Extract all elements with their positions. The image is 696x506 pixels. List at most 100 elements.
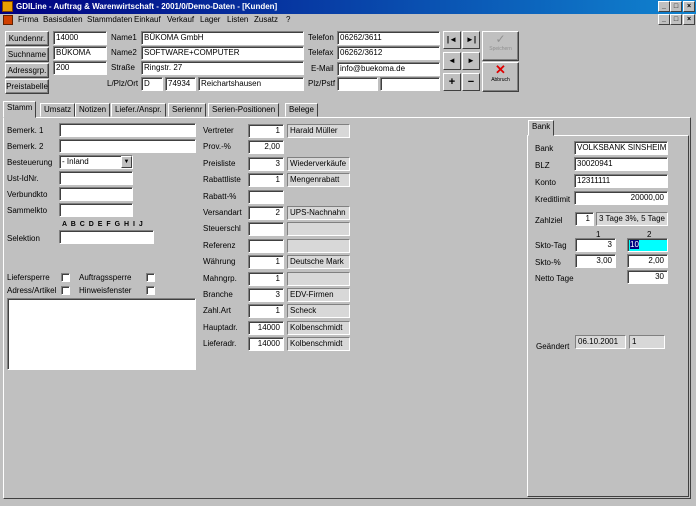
previous-record-icon[interactable]: ◄	[443, 52, 461, 70]
mid-row-label: Rabatt-%	[203, 192, 237, 201]
tab-stamm[interactable]: Stamm	[3, 101, 37, 118]
blz-field[interactable]: 30020941	[574, 157, 668, 171]
kundennr-button[interactable]: Kundennr.	[5, 31, 49, 46]
notes-textarea[interactable]	[7, 298, 196, 370]
sammelkto-field[interactable]	[59, 203, 133, 217]
close-icon[interactable]: ×	[683, 1, 695, 12]
plz-field[interactable]: 74934	[165, 77, 196, 91]
mid-row-value[interactable]: 3	[248, 288, 284, 302]
selektion-field[interactable]	[59, 230, 154, 244]
zahlziel-field[interactable]: 1	[575, 212, 594, 226]
menu-verkauf[interactable]: Verkauf	[167, 15, 194, 24]
mid-row-value[interactable]: 1	[248, 272, 284, 286]
adressgrp-field[interactable]: 200	[53, 61, 107, 75]
menu-help[interactable]: ?	[286, 15, 290, 24]
bank-field[interactable]: VOLKSBANK SINSHEIM	[574, 141, 668, 155]
mid-row-value[interactable]: 1	[248, 304, 284, 318]
abbruch-button[interactable]: ✕ Abbruch	[482, 62, 519, 92]
mid-row-desc: Kolbenschmidt	[287, 337, 350, 351]
dropdown-arrow-icon[interactable]: ▼	[121, 156, 132, 168]
bemerk2-field[interactable]	[59, 139, 196, 153]
verbundkto-field[interactable]	[59, 187, 133, 201]
tab-liefer-anspr[interactable]: Liefer./Anspr.	[111, 103, 166, 117]
tab-belege[interactable]: Belege	[285, 103, 318, 117]
child-restore-icon[interactable]: □	[670, 14, 682, 25]
mid-row-value[interactable]: 14000	[248, 337, 284, 351]
mid-row-value[interactable]	[248, 239, 284, 253]
mid-row-value[interactable]	[248, 190, 284, 204]
plz2-field[interactable]	[337, 77, 378, 91]
tab-notizen[interactable]: Notizen	[75, 103, 111, 117]
ustidnr-field[interactable]	[59, 171, 133, 185]
kundennr-field[interactable]: 14000	[53, 31, 107, 45]
menu-zusatz[interactable]: Zusatz	[254, 15, 278, 24]
hinweisfenster-checkbox[interactable]	[146, 286, 155, 295]
maximize-icon[interactable]: □	[670, 1, 682, 12]
delete-record-icon[interactable]: −	[462, 73, 480, 91]
mid-row-desc: Mengenrabatt	[287, 173, 350, 187]
suchname-field[interactable]: BÜKOMA	[53, 46, 107, 60]
skto-tag1-field[interactable]: 3	[575, 238, 616, 252]
mid-row-value[interactable]: 1	[248, 124, 284, 138]
name1-field[interactable]: BÜKOMA GmbH	[141, 31, 304, 45]
speichern-button[interactable]: ✓ Speichern	[482, 31, 519, 61]
bemerk1-field[interactable]	[59, 123, 196, 137]
menu-firma[interactable]: Firma	[18, 15, 38, 24]
last-record-icon[interactable]: ►|	[462, 31, 480, 49]
postfach-field[interactable]	[380, 77, 440, 91]
skto-pct2-field[interactable]: 2,00	[627, 254, 668, 268]
besteuerung-value: - Inland	[62, 157, 89, 166]
next-record-icon[interactable]: ►	[462, 52, 480, 70]
land-field[interactable]: D	[141, 77, 163, 91]
child-close-icon[interactable]: ×	[683, 14, 695, 25]
verbundkto-label: Verbundkto	[7, 190, 48, 199]
menu-basisdaten[interactable]: Basisdaten	[43, 15, 83, 24]
telefax-field[interactable]: 06262/3612	[337, 46, 440, 60]
menu-stammdaten[interactable]: Stammdaten	[87, 15, 132, 24]
bemerk1-label: Bemerk. 1	[7, 126, 44, 135]
mid-row-value[interactable]: 2	[248, 206, 284, 220]
skto-tag-label: Skto-Tag	[535, 241, 567, 250]
name2-field[interactable]: SOFTWARE+COMPUTER	[141, 46, 304, 60]
adressartikel-checkbox[interactable]	[61, 286, 70, 295]
mid-row-value[interactable]: 1	[248, 255, 284, 269]
kreditlimit-field[interactable]: 20000,00	[574, 191, 668, 205]
mid-row-label: Referenz	[203, 241, 236, 250]
tab-umsatz[interactable]: Umsatz	[40, 103, 76, 117]
mid-row-desc: EDV-Firmen	[287, 288, 350, 302]
suchname-button[interactable]: Suchname	[5, 47, 49, 62]
mid-row-value[interactable]: 2,00	[248, 140, 284, 154]
auftragssperre-checkbox[interactable]	[146, 273, 155, 282]
email-field[interactable]: info@buekoma.de	[337, 62, 440, 76]
ort-field[interactable]: Reichartshausen	[198, 77, 304, 91]
mid-row-value[interactable]: 1	[248, 173, 284, 187]
add-record-icon[interactable]: +	[443, 73, 461, 91]
mid-row-value[interactable]: 14000	[248, 321, 284, 335]
skto-tag2-field[interactable]: 10	[627, 238, 668, 252]
liefersperre-checkbox[interactable]	[61, 273, 70, 282]
minimize-icon[interactable]: _	[658, 1, 670, 12]
menu-einkauf[interactable]: Einkauf	[134, 15, 161, 24]
strasse-field[interactable]: Ringstr. 27	[141, 61, 304, 75]
netto-tage-field[interactable]: 30	[627, 270, 668, 284]
first-record-icon[interactable]: |◄	[443, 31, 461, 49]
telefon-field[interactable]: 06262/3611	[337, 31, 440, 45]
mid-row-value[interactable]: 3	[248, 157, 284, 171]
konto-field[interactable]: 12311111	[574, 174, 668, 188]
document-icon[interactable]	[3, 15, 13, 25]
menu-lager[interactable]: Lager	[200, 15, 220, 24]
adressgrp-button[interactable]: Adressgrp.	[5, 63, 49, 78]
tab-seriennr[interactable]: Seriennr	[168, 103, 207, 117]
mid-row-desc: Harald Müller	[287, 124, 350, 138]
mid-row-value[interactable]	[248, 222, 284, 236]
preistabelle-button[interactable]: Preistabelle	[5, 79, 49, 94]
besteuerung-select[interactable]: - Inland ▼	[59, 155, 133, 169]
skto-pct1-field[interactable]: 3,00	[575, 254, 616, 268]
tab-serien-positionen[interactable]: Serien-Positionen	[208, 103, 280, 117]
email-label: E-Mail	[311, 64, 334, 73]
tab-bank[interactable]: Bank	[528, 120, 555, 136]
ustidnr-label: Ust-IdNr.	[7, 174, 39, 183]
menu-listen[interactable]: Listen	[227, 15, 248, 24]
child-minimize-icon[interactable]: _	[658, 14, 670, 25]
besteuerung-label: Besteuerung	[7, 158, 53, 167]
